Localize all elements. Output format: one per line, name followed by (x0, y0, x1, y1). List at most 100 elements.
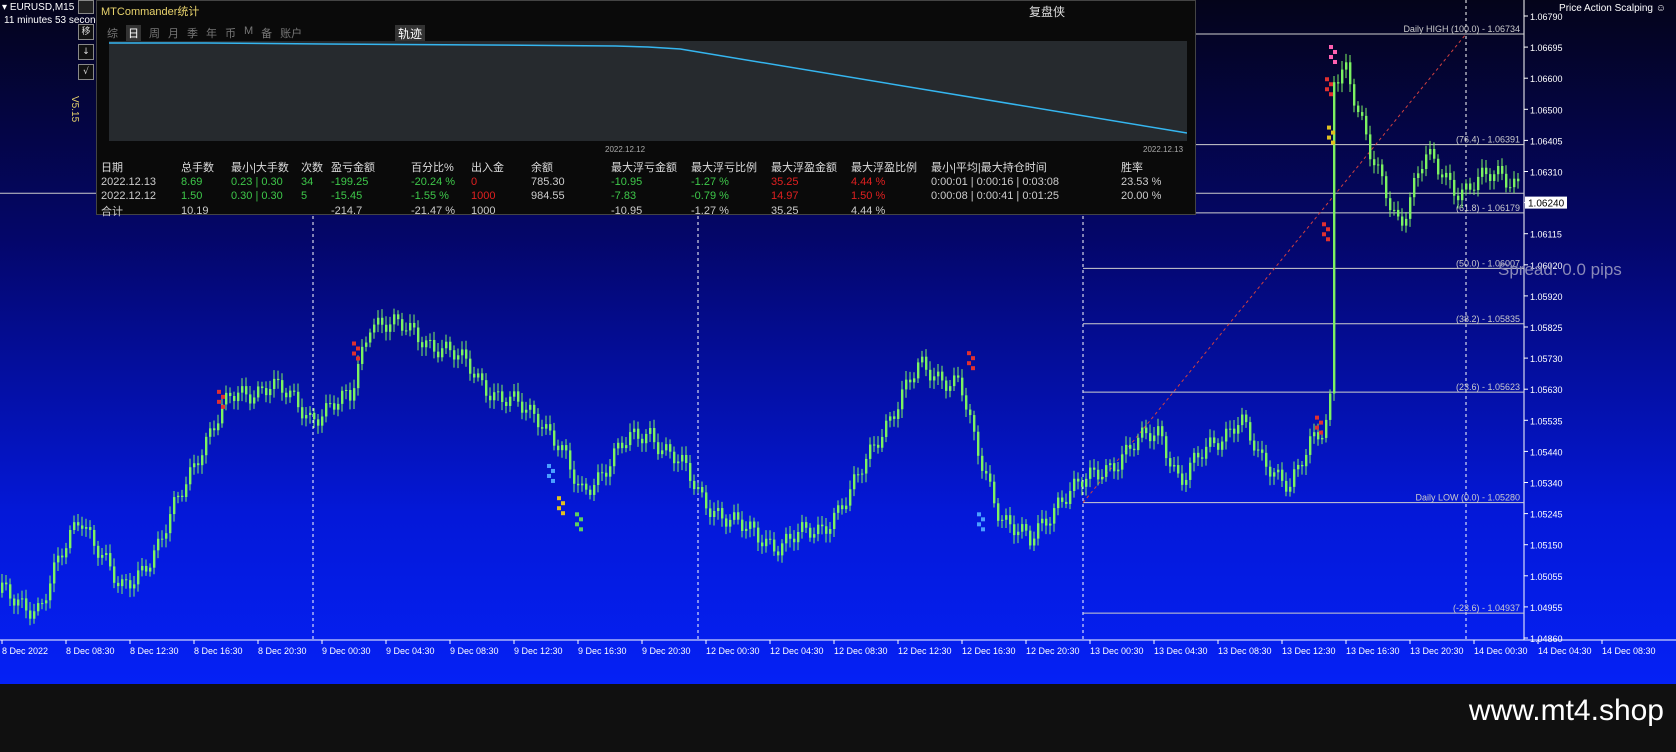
tab-2[interactable]: 周 (149, 25, 160, 41)
candle-body (497, 391, 500, 393)
candle-body (1477, 176, 1480, 191)
trade-marker (967, 361, 971, 366)
candle-body (825, 526, 828, 534)
candle-body (481, 373, 484, 381)
candle-body (1461, 189, 1464, 201)
tab-0[interactable]: 综 (107, 25, 118, 41)
down-arrow-button[interactable]: ↓ (78, 44, 94, 60)
candle-body (1341, 69, 1344, 84)
candle-body (405, 330, 408, 332)
tab-8[interactable]: 备 (261, 25, 272, 41)
candle-body (557, 445, 560, 451)
candle-body (89, 527, 92, 530)
tab-1[interactable]: 日 (126, 25, 141, 41)
candle-body (969, 409, 972, 416)
price-tick-label: 1.06790 (1530, 12, 1563, 22)
candle-body (1137, 437, 1140, 451)
candle-body (357, 363, 360, 389)
candle-body (1069, 490, 1072, 504)
candle-body (1393, 209, 1396, 211)
table-row-cell: 4.44 % (851, 176, 886, 188)
move-button[interactable]: 移 (78, 24, 94, 40)
tab-5[interactable]: 年 (206, 25, 217, 41)
candle-body (161, 538, 164, 540)
trade-marker (1315, 425, 1319, 430)
trade-marker (977, 512, 981, 517)
candle-body (801, 522, 804, 532)
candle-body (209, 428, 212, 437)
candle-body (1497, 165, 1500, 175)
candle-body (1093, 467, 1096, 470)
trade-marker (561, 501, 565, 506)
trade-marker (575, 522, 579, 527)
candle-body (885, 420, 888, 437)
candle-body (541, 427, 544, 429)
price-tick-label: 1.04860 (1530, 634, 1563, 644)
candle-body (693, 480, 696, 490)
candle-body (189, 467, 192, 485)
table-row-cell: 0.23 | 0.30 (231, 176, 283, 188)
candle-body (517, 391, 520, 402)
trade-marker (971, 366, 975, 371)
tab-4[interactable]: 季 (187, 25, 198, 41)
trade-marker (356, 346, 360, 351)
table-header-cell: 盈亏金额 (331, 162, 375, 174)
candle-body (385, 324, 388, 332)
candle-body (349, 390, 352, 401)
version-label: V5.15 (69, 96, 80, 123)
candle-body (1177, 465, 1180, 474)
candle-body (137, 570, 140, 585)
time-tick-label: 8 Dec 16:30 (194, 646, 243, 656)
trade-marker (1315, 415, 1319, 420)
panel-minimize-button[interactable] (78, 0, 94, 14)
candle-body (1193, 452, 1196, 463)
candle-body (269, 388, 272, 396)
price-tick-label: 1.05440 (1530, 447, 1563, 457)
tab-7[interactable]: M (244, 25, 253, 41)
symbol-dropdown-icon[interactable]: ▾ (2, 2, 10, 13)
table-row-cell: 0:00:01 | 0:00:16 | 0:03:08 (931, 176, 1060, 188)
candle-body (925, 356, 928, 370)
candle-body (121, 579, 124, 587)
candle-body (781, 543, 784, 556)
candle-body (597, 472, 600, 486)
candle-body (701, 487, 704, 493)
candle-body (229, 392, 232, 396)
tab-9[interactable]: 账户 (280, 25, 302, 41)
candle-body (1441, 174, 1444, 178)
candle-body (41, 603, 44, 605)
candle-body (1253, 440, 1256, 451)
candle-body (253, 397, 256, 404)
table-row-cell: 1000 (471, 190, 496, 202)
candle-body (605, 472, 608, 477)
fib-label: (23.6) - 1.05623 (1456, 382, 1520, 392)
smiley-icon: ☺ (1655, 3, 1666, 14)
candle-body (729, 519, 732, 527)
replay-button[interactable]: 复盘侠 (1029, 3, 1065, 20)
price-tick-label: 1.05535 (1530, 416, 1563, 426)
candle-body (61, 555, 64, 558)
check-button[interactable]: √ (78, 64, 94, 80)
candle-body (857, 474, 860, 476)
candle-body (869, 444, 872, 459)
tab-6[interactable]: 币 (225, 25, 236, 41)
candle-body (1197, 452, 1200, 458)
candle-body (441, 348, 444, 358)
candle-body (1149, 433, 1152, 442)
table-header: 日期 总手数 最小|大手数 次数 盈亏金额 百分比% 出入金 余额 最大浮亏金额 最大浮亏比例 最大… (101, 159, 1181, 175)
candle-body (201, 455, 204, 466)
candle-body (1325, 419, 1328, 438)
trade-marker (1329, 92, 1333, 97)
tab-track[interactable]: 轨迹 (395, 25, 426, 42)
chart-area[interactable]: 1.06790 1.06695 1.06600 1.06500 1.06405 1.063… (0, 0, 1676, 684)
tab-3[interactable]: 月 (168, 25, 179, 41)
candle-body (889, 416, 892, 421)
candle-body (109, 553, 112, 567)
candle-body (761, 542, 764, 547)
table-total-cell: 1000 (471, 205, 496, 217)
candle-body (1305, 454, 1308, 467)
time-tick-label: 14 Dec 08:30 (1602, 646, 1656, 656)
time-tick-label: 12 Dec 12:30 (898, 646, 952, 656)
candle-body (277, 378, 280, 381)
candle-body (265, 388, 268, 396)
